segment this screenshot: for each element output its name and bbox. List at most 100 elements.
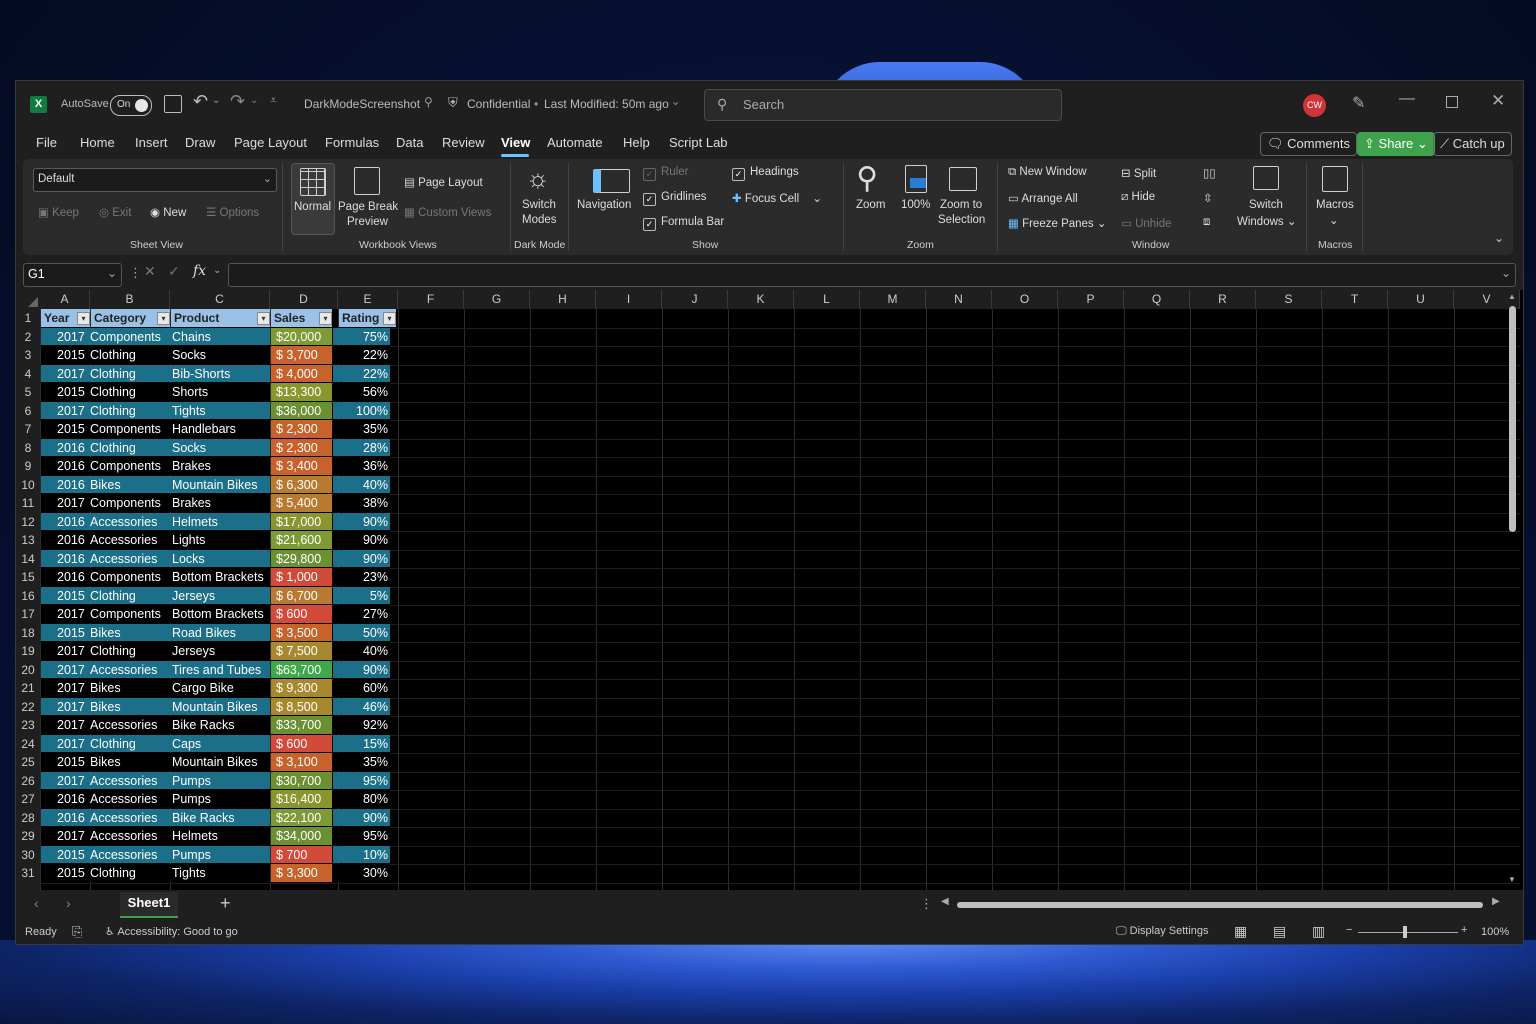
column-header[interactable]: B bbox=[90, 290, 170, 309]
category-cell[interactable]: Accessories bbox=[90, 531, 170, 549]
row-header[interactable]: 22 bbox=[16, 697, 40, 717]
workbook-statistics-icon[interactable]: ⎘ bbox=[72, 924, 82, 940]
table-header-cell[interactable]: Sales ▾ bbox=[271, 309, 332, 327]
sales-cell[interactable]: $ 3,500 bbox=[276, 624, 328, 642]
zoom-slider[interactable] bbox=[1358, 932, 1458, 933]
macros-button[interactable]: Macros bbox=[1316, 199, 1354, 211]
category-cell[interactable]: Components bbox=[90, 328, 170, 346]
sales-cell[interactable]: $ 700 bbox=[276, 846, 328, 864]
column-header[interactable]: H bbox=[530, 290, 596, 309]
category-cell[interactable]: Components bbox=[90, 605, 170, 623]
chevron-down-icon[interactable]: ⌄ bbox=[213, 265, 221, 276]
column-header[interactable]: D bbox=[270, 290, 338, 309]
row-header[interactable]: 26 bbox=[16, 771, 40, 791]
column-header[interactable]: F bbox=[398, 290, 464, 309]
product-cell[interactable]: Socks bbox=[172, 439, 270, 457]
product-cell[interactable]: Pumps bbox=[172, 790, 270, 808]
category-cell[interactable]: Clothing bbox=[90, 864, 170, 882]
split-button[interactable]: ⊟ Split bbox=[1121, 166, 1156, 180]
column-header[interactable]: U bbox=[1388, 290, 1454, 309]
product-cell[interactable]: Tights bbox=[172, 864, 270, 882]
column-header[interactable]: T bbox=[1322, 290, 1388, 309]
row-header[interactable]: 2 bbox=[16, 327, 40, 347]
switch-modes-label-2[interactable]: Modes bbox=[522, 214, 557, 226]
rating-cell[interactable]: 60% bbox=[332, 679, 388, 697]
rating-cell[interactable]: 22% bbox=[332, 365, 388, 383]
sales-cell[interactable]: $ 2,300 bbox=[276, 420, 328, 438]
rating-cell[interactable]: 90% bbox=[332, 550, 388, 568]
rating-cell[interactable]: 5% bbox=[332, 587, 388, 605]
insert-function-button[interactable]: fx bbox=[193, 263, 206, 279]
vertical-scrollbar[interactable] bbox=[1509, 306, 1516, 532]
category-cell[interactable]: Bikes bbox=[90, 476, 170, 494]
sales-cell[interactable]: $ 5,400 bbox=[276, 494, 328, 512]
product-cell[interactable]: Mountain Bikes bbox=[172, 698, 270, 716]
sheet-view-dropdown[interactable]: Default ⌄ bbox=[33, 168, 277, 192]
category-cell[interactable]: Accessories bbox=[90, 827, 170, 845]
filter-dropdown-icon[interactable]: ▾ bbox=[157, 312, 170, 325]
focus-cell-button[interactable]: ✚ Focus Cell ⌄ bbox=[732, 191, 822, 205]
sun-icon[interactable]: ☼ bbox=[526, 163, 550, 194]
new-sheet-view-button[interactable]: ◉ New bbox=[150, 205, 186, 219]
chevron-down-icon[interactable]: ⌄ bbox=[1329, 213, 1339, 227]
category-cell[interactable]: Clothing bbox=[90, 735, 170, 753]
sheet-tab-sheet1[interactable]: Sheet1 bbox=[120, 892, 178, 918]
sales-cell[interactable]: $ 4,000 bbox=[276, 365, 328, 383]
product-cell[interactable]: Chains bbox=[172, 328, 270, 346]
row-header[interactable]: 7 bbox=[16, 420, 40, 440]
spreadsheet-grid[interactable]: A B C D E F G H I J K L M N O P Q R S T U V 1 2 3 4 5 6 7 8 9 10 11 12 13 1… bbox=[16, 290, 1523, 890]
row-header[interactable]: 16 bbox=[16, 586, 40, 606]
navigation-button[interactable]: Navigation bbox=[577, 199, 631, 211]
tab-automate[interactable]: Automate bbox=[547, 135, 603, 150]
category-cell[interactable]: Bikes bbox=[90, 753, 170, 771]
hide-button[interactable]: ⧄ Hide bbox=[1121, 191, 1155, 204]
row-header[interactable]: 27 bbox=[16, 790, 40, 810]
row-header[interactable]: 30 bbox=[16, 845, 40, 865]
page-layout-button[interactable]: ▤ Page Layout bbox=[404, 175, 483, 189]
reset-window-position-icon[interactable]: ⧈ bbox=[1203, 216, 1210, 229]
sales-cell[interactable]: $ 7,500 bbox=[276, 642, 328, 660]
autosave-toggle[interactable]: On bbox=[110, 95, 152, 116]
avatar[interactable]: CW bbox=[1303, 94, 1326, 117]
close-icon[interactable]: ✕ bbox=[1491, 91, 1505, 111]
category-cell[interactable]: Accessories bbox=[90, 846, 170, 864]
sales-cell[interactable]: $33,700 bbox=[276, 716, 328, 734]
keep-button[interactable]: ▣ Keep bbox=[38, 205, 79, 219]
share-button[interactable]: ⇪ Share ⌄ bbox=[1357, 132, 1435, 156]
rating-cell[interactable]: 30% bbox=[332, 864, 388, 882]
product-cell[interactable]: Bottom Brackets bbox=[172, 568, 270, 586]
sales-cell[interactable]: $29,800 bbox=[276, 550, 328, 568]
sales-cell[interactable]: $ 600 bbox=[276, 735, 328, 753]
sales-cell[interactable]: $ 3,100 bbox=[276, 753, 328, 771]
product-cell[interactable]: Bib-Shorts bbox=[172, 365, 270, 383]
column-header[interactable]: G bbox=[464, 290, 530, 309]
normal-view-status-icon[interactable]: ▦ bbox=[1234, 923, 1247, 940]
name-box[interactable]: G1 ⌄ bbox=[23, 263, 122, 287]
column-header[interactable]: N bbox=[926, 290, 992, 309]
tab-formulas[interactable]: Formulas bbox=[325, 135, 379, 150]
product-cell[interactable]: Tires and Tubes bbox=[172, 661, 270, 679]
arrange-all-button[interactable]: ▭ Arrange All bbox=[1008, 191, 1078, 205]
row-header[interactable]: 4 bbox=[16, 364, 40, 384]
product-cell[interactable]: Caps bbox=[172, 735, 270, 753]
row-header[interactable]: 24 bbox=[16, 734, 40, 754]
row-header[interactable]: 3 bbox=[16, 346, 40, 366]
save-icon[interactable] bbox=[164, 95, 182, 113]
row-header[interactable]: 25 bbox=[16, 753, 40, 773]
sales-cell[interactable]: $ 2,300 bbox=[276, 439, 328, 457]
sales-cell[interactable]: $ 6,300 bbox=[276, 476, 328, 494]
rating-cell[interactable]: 100% bbox=[332, 402, 388, 420]
product-cell[interactable]: Helmets bbox=[172, 513, 270, 531]
sales-cell[interactable]: $21,600 bbox=[276, 531, 328, 549]
collapse-ribbon-icon[interactable]: ⌄ bbox=[1494, 231, 1504, 245]
sales-cell[interactable]: $ 1,000 bbox=[276, 568, 328, 586]
comments-button[interactable]: 🗨 Comments bbox=[1260, 132, 1357, 156]
row-header[interactable]: 15 bbox=[16, 568, 40, 588]
product-cell[interactable]: Tights bbox=[172, 402, 270, 420]
category-cell[interactable]: Clothing bbox=[90, 642, 170, 660]
sales-cell[interactable]: $13,300 bbox=[276, 383, 328, 401]
row-header[interactable]: 28 bbox=[16, 808, 40, 828]
normal-view-button[interactable]: Normal bbox=[291, 163, 335, 235]
sales-cell[interactable]: $ 6,700 bbox=[276, 587, 328, 605]
tab-help[interactable]: Help bbox=[623, 135, 650, 150]
